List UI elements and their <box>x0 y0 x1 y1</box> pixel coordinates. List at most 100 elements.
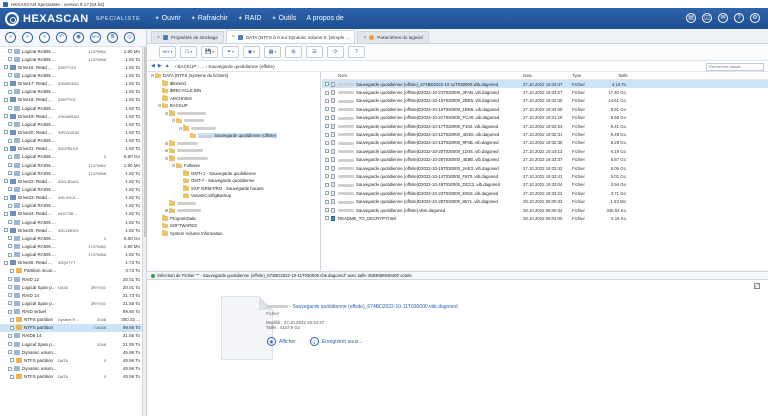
checkbox[interactable] <box>4 65 8 70</box>
disk-button[interactable]: ◉ ▾ <box>243 46 260 58</box>
file-row[interactable]: Sauvegarde quotidienne (offsite)D2022-10… <box>322 139 768 147</box>
close-icon[interactable]: × <box>363 35 366 41</box>
folder-tree-item[interactable]: System Volume Information <box>147 230 320 238</box>
folder-tree-item[interactable]: ⊟ DATA (NTFS (système de fichiers) <box>147 72 320 80</box>
screenshot-icon[interactable]: ◫ <box>702 13 712 23</box>
folder-tree-item[interactable]: GMT+1 - Sauvegarde quotidienne <box>147 170 320 178</box>
storage-tree-row[interactable]: Logical RAID5 ... 17479856 1.82 To <box>0 55 142 63</box>
storage-tree-row[interactable]: Partition incon... 3.73 To <box>0 267 142 275</box>
storage-tree-row[interactable]: NTFS partition DATA 0 45.96 To <box>0 356 142 364</box>
menu-rafraichir[interactable]: ✦ Rafraichir <box>191 15 228 22</box>
checkbox[interactable] <box>325 174 329 179</box>
checkbox[interactable] <box>325 166 329 171</box>
checkbox[interactable] <box>8 89 12 94</box>
checkbox[interactable] <box>8 244 12 249</box>
gear-icon[interactable]: ⚙ <box>750 13 760 23</box>
folder-tree-item[interactable]: ⊞ <box>147 207 320 215</box>
checkbox[interactable] <box>8 73 12 78</box>
folder-tree-item[interactable]: VeeamConfigBackup <box>147 192 320 200</box>
list-button[interactable]: ☰ <box>306 46 323 58</box>
filter-button[interactable]: ⏷ ▾ <box>222 46 239 58</box>
storage-tree-row[interactable]: Drive19: Read ... Z9UA8RAG 1.82 To <box>0 112 142 120</box>
checkbox[interactable] <box>4 130 8 135</box>
menu-outils[interactable]: ✦ Outils <box>271 15 296 22</box>
save-button[interactable]: 💾 ▾ <box>201 46 218 58</box>
storage-tree-row[interactable]: Logical RAID5 ... 17479856 1.82 To <box>0 251 142 259</box>
folder-tree-item[interactable]: ⊟ <box>147 155 320 163</box>
checkbox[interactable] <box>325 124 329 129</box>
storage-tree-row[interactable]: Logical RAID6 ... 0 8.00 Go <box>0 153 142 161</box>
folder-tree-item[interactable]: $RECYCLE.BIN <box>147 87 320 95</box>
checkbox[interactable] <box>4 97 8 102</box>
file-row[interactable]: README_TO_DECRYPT.html 28.10.2022 09:03:0… <box>322 214 768 222</box>
checkbox[interactable] <box>8 122 12 127</box>
disk-icon[interactable]: ◉ <box>73 32 84 43</box>
storage-tree-row[interactable]: Drive26: Read ... 53QV7YTYS 1.73 To <box>0 259 142 267</box>
checkbox[interactable] <box>8 203 12 208</box>
storage-tree-row[interactable]: NTFS partition System Re... 2048 350.02 ... <box>0 316 142 324</box>
checkbox[interactable] <box>8 277 12 281</box>
file-row[interactable]: Sauvegarde quotidienne (offsite)D2022-10… <box>322 164 768 172</box>
tab-proprietes-stockage[interactable]: × Propriétés de stockage <box>151 31 224 43</box>
checkbox[interactable] <box>325 208 329 213</box>
folder-tree-item[interactable]: ⊟ <box>147 110 320 118</box>
checkbox[interactable] <box>8 106 12 111</box>
checkbox[interactable] <box>325 98 329 103</box>
file-row[interactable]: Sauvegarde quotidienne (offsite).vbm.dag… <box>322 206 768 214</box>
checkbox[interactable] <box>8 366 12 371</box>
checkbox[interactable] <box>325 157 329 162</box>
close-icon[interactable]: × <box>157 35 160 41</box>
disk-icon[interactable]: ◎ <box>124 32 135 43</box>
storage-tree-row[interactable]: Drive20: Read ... WFD1UE52 1.82 To <box>0 128 142 136</box>
back-icon[interactable]: ↶ <box>56 32 67 43</box>
afficher-button[interactable]: ◉ Afficher <box>267 337 296 346</box>
checkbox[interactable] <box>4 114 8 119</box>
checkbox[interactable] <box>8 285 12 290</box>
storage-tree-row[interactable]: Drive23: Read ... WD-WCA1... 1.82 To <box>0 194 142 202</box>
checkbox[interactable] <box>4 146 8 151</box>
storage-tree-row[interactable]: RAID 12 20.01 To <box>0 275 142 283</box>
file-row[interactable]: Sauvegarde quotidienne (offsite)D2022-10… <box>322 97 768 105</box>
checkbox[interactable] <box>325 199 329 204</box>
checkbox[interactable] <box>8 350 12 355</box>
tab-parametres-logiciel[interactable]: × Paramètres du logiciel <box>357 31 429 43</box>
checkbox[interactable] <box>325 107 329 112</box>
checkbox[interactable] <box>10 325 14 330</box>
checkbox[interactable] <box>10 317 14 322</box>
checkbox[interactable] <box>10 374 14 379</box>
folder-tree-item[interactable]: GMT-7 - Sauvegarde quotidienne <box>147 177 320 185</box>
checkbox[interactable] <box>325 140 329 145</box>
checkbox[interactable] <box>8 187 12 192</box>
search-icon[interactable]: ⌕ <box>22 32 33 43</box>
checkbox[interactable] <box>8 171 12 176</box>
file-row[interactable]: Sauvegarde quotidienne (offsite)D2022-10… <box>322 197 768 205</box>
checkbox[interactable] <box>8 57 12 62</box>
file-row[interactable]: Sauvegarde quotidienne (offsite)D2022-10… <box>322 122 768 130</box>
checkbox[interactable] <box>4 81 8 86</box>
checkbox[interactable] <box>8 301 12 306</box>
storage-tree-row[interactable]: Logical RAID5 ... 1.82 To <box>0 202 142 210</box>
storage-tree-row[interactable]: Logical RAID5 ... 1.82 To <box>0 104 142 112</box>
up-arrow-icon[interactable]: ▲ <box>165 63 170 69</box>
storage-tree-row[interactable]: RAID5 14 21.55 To <box>0 332 142 340</box>
checkbox[interactable] <box>325 191 329 196</box>
checkbox[interactable] <box>325 149 329 154</box>
folder-tree-item[interactable]: ⊞ <box>147 147 320 155</box>
storage-tree-row[interactable]: RAID virtuel 99.60 To <box>0 308 142 316</box>
raid-icon[interactable]: ≣ <box>107 32 118 43</box>
file-row[interactable]: Sauvegarde quotidienne (offsite)_674BD20… <box>322 80 768 89</box>
folder-tree-item[interactable]: ⊟ Fullsave <box>147 162 320 170</box>
storage-tree-row[interactable]: Logical RAID5 ... 1.82 To <box>0 218 142 226</box>
storage-tree-row[interactable]: Drive24: Read ... 64KCSBSTS 1.82 To <box>0 210 142 218</box>
checkbox[interactable] <box>325 216 329 221</box>
storage-tree-row[interactable]: Logical RAID6 ... 17479864 1.90 Mo <box>0 242 142 250</box>
storage-tree-row[interactable]: Logical RAID5 ... 1.82 To <box>0 120 142 128</box>
checkbox[interactable] <box>8 236 12 241</box>
mail-icon[interactable]: ✉ <box>718 13 728 23</box>
storage-tree-row[interactable]: Logical Span p... DATA 3RYSS1 20.01 To <box>0 283 142 291</box>
storage-tree-row[interactable]: Logical RAID5 ... 1.82 To <box>0 88 142 96</box>
storage-tree-row[interactable]: Drive22: Read ... 53CLBSAG 1.82 To <box>0 177 142 185</box>
hex-icon[interactable]: HEX <box>90 32 101 43</box>
storage-tree-row[interactable]: NTFS partition 718848 99.65 To <box>0 323 142 332</box>
checkbox[interactable] <box>8 49 12 54</box>
